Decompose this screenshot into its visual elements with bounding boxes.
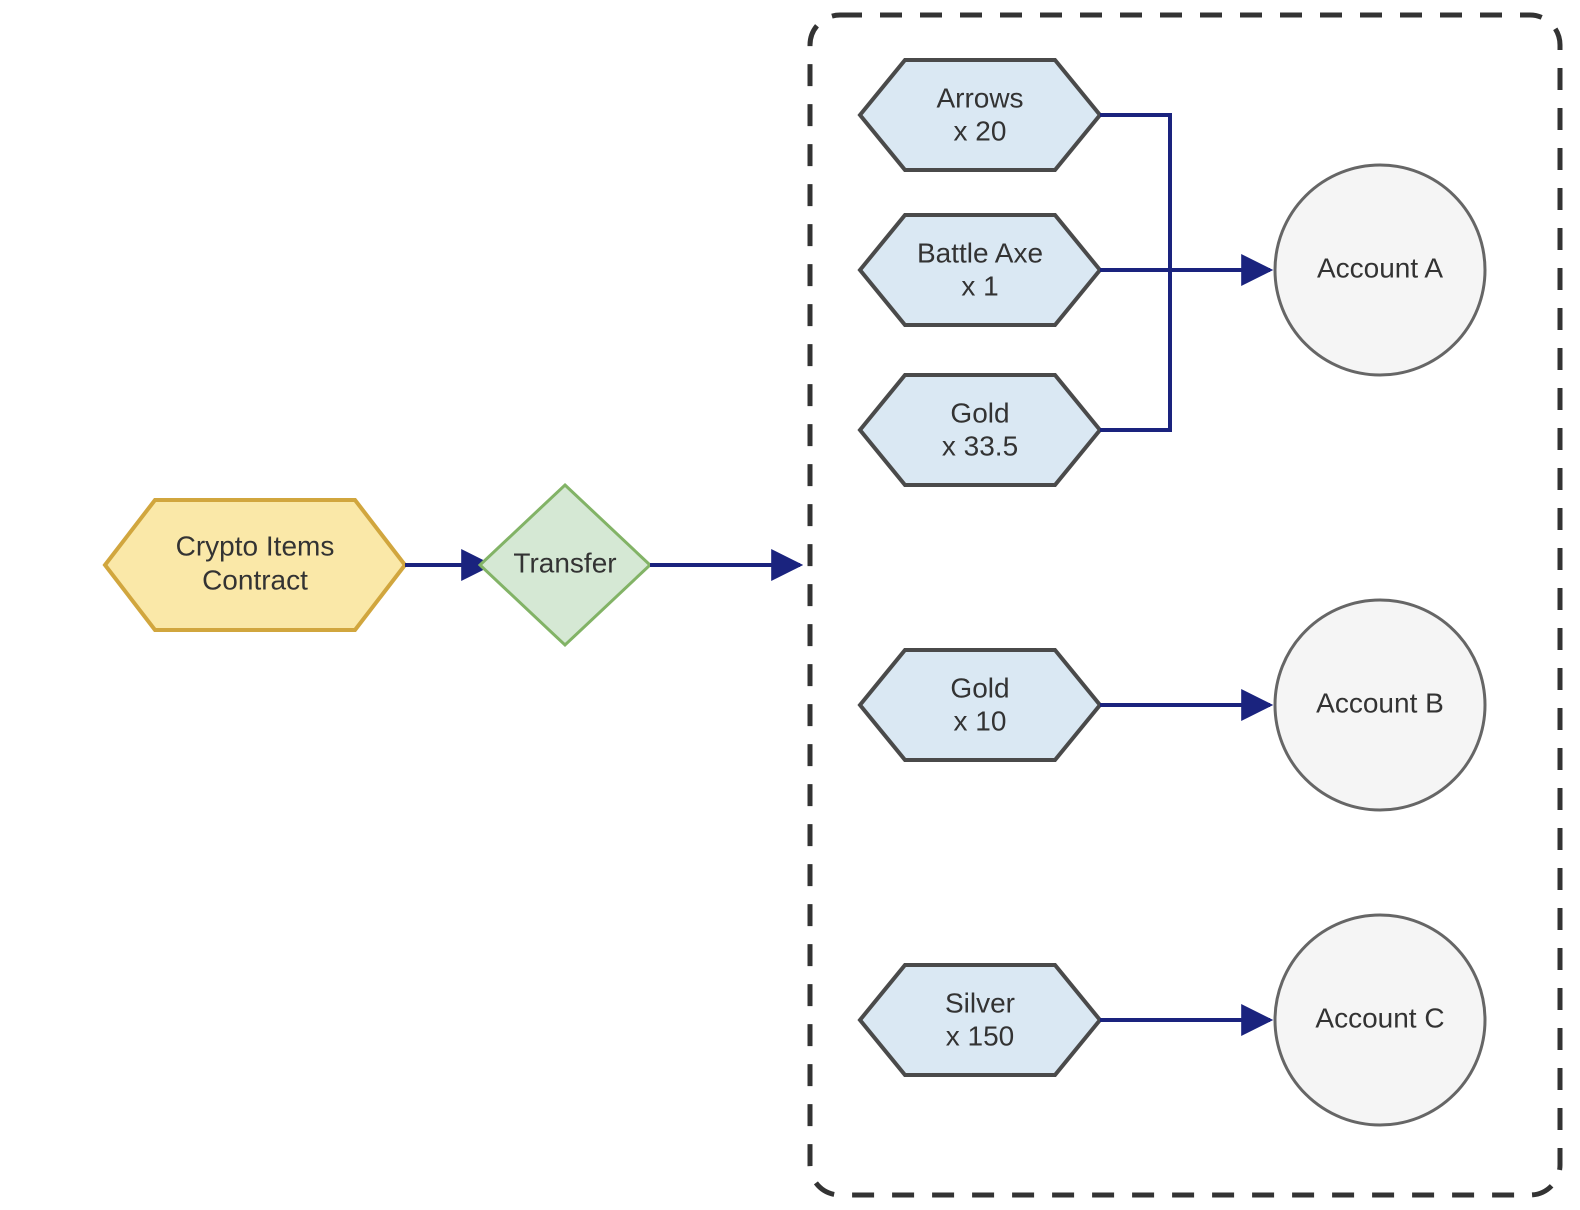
item-silver-name: Silver — [945, 987, 1015, 1018]
item-silver-hexagon: Silver x 150 — [860, 965, 1100, 1075]
account-c-circle: Account C — [1275, 915, 1485, 1125]
item-battleaxe-hexagon: Battle Axe x 1 — [860, 215, 1100, 325]
account-b-circle: Account B — [1275, 600, 1485, 810]
contract-label-line2: Contract — [202, 564, 308, 595]
transfer-label: Transfer — [513, 547, 616, 578]
transfer-diamond: Transfer — [480, 485, 650, 645]
contract-label-line1: Crypto Items — [176, 530, 335, 561]
item-gold-a-qty: x 33.5 — [942, 430, 1018, 461]
item-arrows-hexagon: Arrows x 20 — [860, 60, 1100, 170]
item-gold-a-hexagon: Gold x 33.5 — [860, 375, 1100, 485]
item-arrows-qty: x 20 — [954, 115, 1007, 146]
account-a-circle: Account A — [1275, 165, 1485, 375]
contract-hexagon: Crypto Items Contract — [105, 500, 405, 630]
item-gold-b-qty: x 10 — [954, 705, 1007, 736]
connector-items-to-account-a — [1100, 115, 1270, 430]
diagram-canvas: Crypto Items Contract Transfer Arrows x … — [0, 0, 1580, 1210]
account-c-label: Account C — [1315, 1002, 1444, 1033]
account-a-label: Account A — [1317, 252, 1443, 283]
item-battleaxe-name: Battle Axe — [917, 237, 1043, 268]
item-arrows-name: Arrows — [936, 82, 1023, 113]
item-gold-b-name: Gold — [950, 672, 1009, 703]
item-gold-a-name: Gold — [950, 397, 1009, 428]
account-b-label: Account B — [1316, 687, 1444, 718]
item-battleaxe-qty: x 1 — [961, 270, 998, 301]
item-silver-qty: x 150 — [946, 1020, 1015, 1051]
item-gold-b-hexagon: Gold x 10 — [860, 650, 1100, 760]
